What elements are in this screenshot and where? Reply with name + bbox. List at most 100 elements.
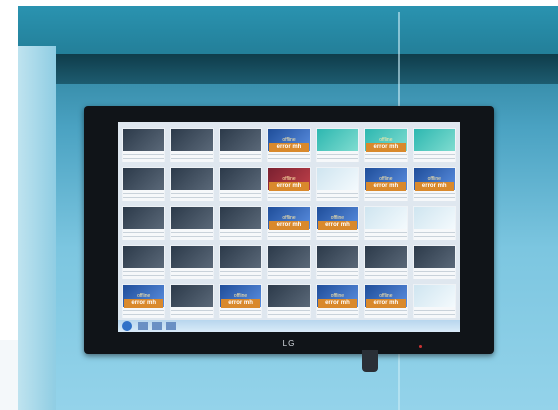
- taskbar-app-icon: [138, 322, 148, 330]
- tile-metadata: [413, 268, 455, 279]
- camera-tile: offline error mh: [364, 128, 408, 162]
- camera-tile: [315, 245, 360, 279]
- camera-tile: [122, 128, 166, 162]
- error-label: error mh: [220, 298, 261, 308]
- tile-status: offline error mh: [269, 137, 309, 152]
- tile-status: offline error mh: [366, 137, 406, 152]
- camera-tile: [218, 245, 263, 279]
- camera-tile: [412, 284, 456, 318]
- camera-tile: [170, 206, 214, 240]
- tile-metadata: [219, 307, 262, 318]
- tile-metadata: [365, 307, 407, 318]
- left-border: [0, 0, 18, 340]
- camera-tile: offline error mh: [315, 284, 360, 318]
- tile-metadata: [268, 151, 310, 162]
- tv-cable: [362, 350, 378, 372]
- camera-tile: offline error mh: [122, 284, 166, 318]
- photo: offline error mh offline error mh offline err…: [18, 6, 558, 410]
- camera-thumbnail: [268, 285, 310, 307]
- tile-metadata: [268, 307, 310, 318]
- camera-thumbnail: [171, 285, 213, 307]
- tile-metadata: [219, 190, 262, 201]
- tile-metadata: [365, 151, 407, 162]
- camera-tile: [364, 206, 408, 240]
- tile-status: offline error mh: [414, 176, 454, 191]
- os-taskbar: [118, 320, 460, 332]
- tile-status: offline error mh: [317, 293, 358, 308]
- start-icon: [122, 321, 132, 331]
- error-label: error mh: [269, 220, 309, 230]
- camera-thumbnail: [171, 168, 213, 190]
- tv-brand-logo: LG: [282, 339, 296, 348]
- error-label: error mh: [124, 298, 164, 308]
- camera-thumbnail: [365, 246, 407, 268]
- camera-thumbnail: [365, 207, 407, 229]
- camera-thumbnail: [268, 246, 310, 268]
- camera-tile: [218, 167, 263, 201]
- tile-metadata: [171, 307, 213, 318]
- camera-thumbnail: [219, 207, 262, 229]
- camera-thumbnail: [123, 168, 165, 190]
- camera-thumbnail: [413, 129, 455, 151]
- tile-metadata: [316, 307, 359, 318]
- camera-tile: [218, 128, 263, 162]
- camera-thumbnail: [413, 285, 455, 307]
- camera-thumbnail: [413, 246, 455, 268]
- tile-metadata: [171, 229, 213, 240]
- camera-tile: [122, 206, 166, 240]
- ceiling-seam: [18, 54, 558, 84]
- error-label: error mh: [366, 298, 406, 308]
- camera-tile: [267, 245, 311, 279]
- error-label: error mh: [317, 220, 358, 230]
- tile-metadata: [413, 190, 455, 201]
- tile-status: offline error mh: [220, 293, 261, 308]
- tile-metadata: [365, 268, 407, 279]
- tile-status: offline error mh: [366, 176, 406, 191]
- camera-tile: offline error mh: [267, 206, 311, 240]
- tile-metadata: [171, 190, 213, 201]
- tile-metadata: [219, 151, 262, 162]
- camera-grid: offline error mh offline error mh offline err…: [122, 128, 456, 318]
- tile-metadata: [268, 268, 310, 279]
- tile-metadata: [316, 190, 359, 201]
- camera-thumbnail: [316, 168, 359, 190]
- tile-metadata: [316, 151, 359, 162]
- camera-thumbnail: [123, 246, 165, 268]
- tile-metadata: [365, 190, 407, 201]
- camera-tile: [122, 245, 166, 279]
- left-border-bottom: [0, 340, 18, 410]
- tile-status: offline error mh: [269, 176, 309, 191]
- error-label: error mh: [269, 142, 309, 152]
- wall-mounted-tv: offline error mh offline error mh offline err…: [84, 106, 494, 354]
- camera-tile: [170, 128, 214, 162]
- camera-tile: offline error mh: [364, 284, 408, 318]
- tile-metadata: [268, 229, 310, 240]
- camera-tile: [412, 245, 456, 279]
- camera-thumbnail: [219, 168, 262, 190]
- camera-thumbnail: [171, 207, 213, 229]
- error-label: error mh: [414, 181, 454, 191]
- camera-tile: offline error mh: [364, 167, 408, 201]
- tile-metadata: [171, 268, 213, 279]
- error-label: error mh: [317, 298, 358, 308]
- camera-tile: [218, 206, 263, 240]
- tile-metadata: [123, 151, 165, 162]
- tile-status: offline error mh: [124, 293, 164, 308]
- error-label: error mh: [269, 181, 309, 191]
- camera-tile: [412, 206, 456, 240]
- tile-metadata: [413, 151, 455, 162]
- power-led: [419, 345, 422, 348]
- tile-metadata: [123, 229, 165, 240]
- taskbar-app-icon: [152, 322, 162, 330]
- camera-thumbnail: [219, 129, 262, 151]
- camera-tile: [315, 167, 360, 201]
- tile-metadata: [413, 307, 455, 318]
- camera-thumbnail: [171, 129, 213, 151]
- tile-metadata: [171, 151, 213, 162]
- camera-thumbnail: [316, 246, 359, 268]
- tile-metadata: [123, 307, 165, 318]
- error-label: error mh: [366, 142, 406, 152]
- camera-tile: offline error mh: [315, 206, 360, 240]
- camera-tile: offline error mh: [267, 128, 311, 162]
- tile-metadata: [123, 268, 165, 279]
